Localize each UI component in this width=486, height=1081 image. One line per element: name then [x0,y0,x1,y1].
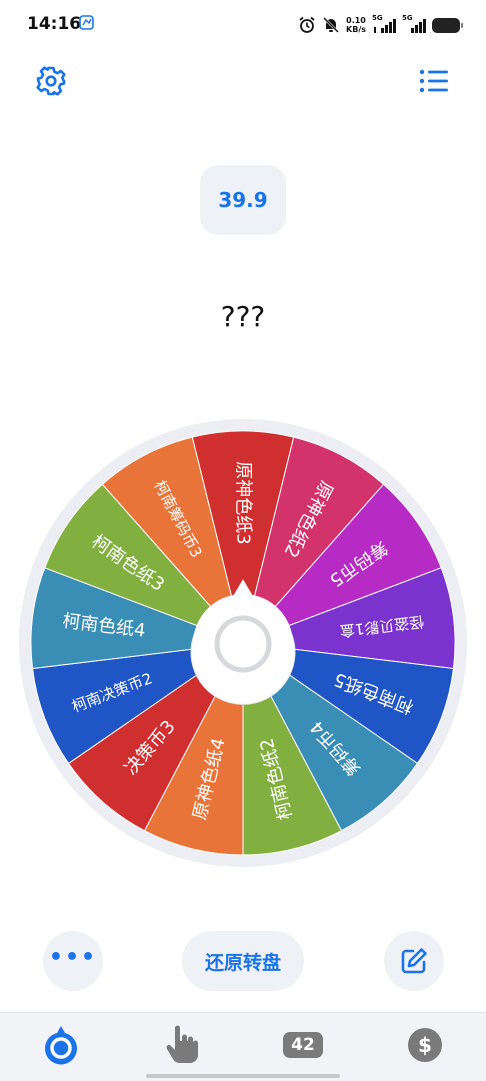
nav-tap-tab[interactable] [162,1025,202,1065]
network-speed-value: 0.10 [346,16,366,25]
more-button[interactable]: ••• [43,931,103,991]
result-text: ??? [220,300,266,333]
list-menu-icon[interactable] [416,64,452,98]
hand-pointer-icon [166,1025,198,1064]
app-notification-icon [79,15,94,30]
edit-icon [401,948,427,974]
wheel-segment-label: 原神色纸3 [233,461,254,544]
wheel-icon [45,1026,77,1065]
signal-2: 5G [402,14,426,35]
network-speed-unit: KB/s [346,25,366,34]
mute-icon [323,17,339,33]
status-time: 14:16 [27,14,82,34]
nav-count-badge: 42 [283,1032,323,1058]
battery-icon [432,17,463,33]
nav-coin-tab[interactable]: $ [405,1025,445,1065]
more-dots-icon: ••• [48,944,98,970]
home-indicator [146,1074,340,1078]
nav-wheel-tab[interactable] [41,1025,81,1065]
signal-1-label: 5G [372,14,383,22]
spin-wheel[interactable]: 原神色纸3 原神色纸2筹码币5怪盗贝影1盒柯南色纸5筹码币4柯南色纸2原神色纸4决… [18,418,468,868]
status-icons: 0.10 KB/s 5G 5G [298,13,463,37]
reset-wheel-button[interactable]: 还原转盘 [182,931,304,991]
nav-count-tab[interactable]: 42 [283,1025,323,1065]
dollar-coin-icon: $ [408,1028,442,1062]
signal-1: 5G [372,14,396,35]
value-badge: 39.9 [200,165,286,235]
settings-gear-icon[interactable] [33,63,69,99]
signal-2-label: 5G [402,14,413,22]
edit-button[interactable] [384,931,444,991]
status-bar: 14:16 0.10 KB/s 5G 5G [0,0,486,52]
bottom-nav: 42 $ [0,1012,486,1081]
alarm-icon [299,16,315,33]
network-speed: 0.10 KB/s [346,16,366,34]
